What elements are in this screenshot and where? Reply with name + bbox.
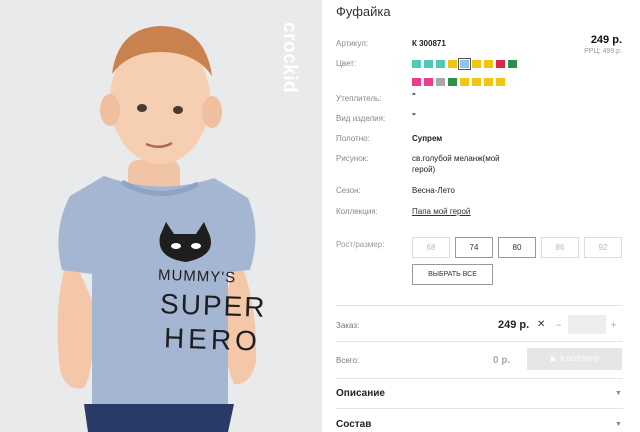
composition-accordion[interactable]: Состав bbox=[336, 419, 371, 430]
pattern-value-line-2: герой) bbox=[412, 165, 436, 174]
color-swatch[interactable] bbox=[484, 78, 493, 86]
description-accordion[interactable]: Описание bbox=[336, 388, 385, 399]
insulation-label: Утеплитель: bbox=[336, 94, 382, 103]
color-swatch[interactable] bbox=[496, 78, 505, 86]
size-option-92: 92 bbox=[584, 237, 622, 258]
tshirt-print-line-2: SUPER bbox=[159, 288, 267, 323]
divider bbox=[336, 305, 623, 306]
size-option-80[interactable]: 80 bbox=[498, 237, 536, 258]
select-all-sizes-button[interactable]: ВЫБРАТЬ ВСЕ bbox=[412, 264, 493, 285]
tshirt-print-line-3: HERO bbox=[163, 322, 262, 357]
add-to-cart-button[interactable]: ▣ В КОРЗИНУ bbox=[527, 348, 622, 370]
order-price: 249 р. bbox=[498, 319, 530, 331]
color-swatch[interactable] bbox=[448, 60, 457, 68]
chevron-down-icon[interactable]: ▼ bbox=[615, 390, 622, 397]
divider bbox=[336, 378, 623, 379]
brand-logo-text: crockid bbox=[279, 22, 300, 94]
divider bbox=[336, 408, 623, 409]
collection-link[interactable]: Папа мой герой bbox=[412, 207, 470, 216]
color-swatch[interactable] bbox=[458, 58, 471, 70]
color-swatch[interactable] bbox=[436, 78, 445, 86]
color-swatch[interactable] bbox=[496, 60, 505, 68]
product-title: Фуфайка bbox=[336, 4, 391, 19]
order-label: Заказ: bbox=[336, 321, 360, 330]
article-value: К 300871 bbox=[412, 39, 446, 48]
kind-value: " bbox=[412, 112, 416, 121]
quantity-input[interactable] bbox=[568, 315, 606, 334]
fabric-value: Супрем bbox=[412, 134, 443, 143]
color-swatch[interactable] bbox=[460, 78, 469, 86]
divider bbox=[336, 341, 623, 342]
color-swatch[interactable] bbox=[484, 60, 493, 68]
season-value: Весна-Лето bbox=[412, 186, 455, 195]
kind-label: Вид изделия: bbox=[336, 114, 386, 123]
color-swatch[interactable] bbox=[436, 60, 445, 68]
color-swatches bbox=[412, 58, 532, 96]
product-price: 249 р. bbox=[590, 34, 622, 46]
collection-label: Коллекция: bbox=[336, 207, 378, 216]
chevron-down-icon[interactable]: ▼ bbox=[615, 421, 622, 428]
color-swatch[interactable] bbox=[508, 60, 517, 68]
color-swatch[interactable] bbox=[412, 78, 421, 86]
quantity-decrease-button[interactable]: − bbox=[556, 320, 561, 330]
color-swatch[interactable] bbox=[472, 60, 481, 68]
brand-logo: crockid bbox=[262, 22, 312, 132]
color-swatch[interactable] bbox=[412, 60, 421, 68]
color-swatch[interactable] bbox=[424, 60, 433, 68]
recommended-price: РРЦ: 499 р. bbox=[584, 48, 622, 55]
color-label: Цвет: bbox=[336, 59, 357, 68]
insulation-value: " bbox=[412, 92, 416, 101]
pattern-label: Рисунок: bbox=[336, 154, 369, 163]
color-swatch[interactable] bbox=[424, 78, 433, 86]
article-label: Артикул: bbox=[336, 39, 369, 48]
total-label: Всего: bbox=[336, 356, 360, 365]
total-value: 0 р. bbox=[493, 355, 511, 366]
color-swatch[interactable] bbox=[448, 78, 457, 86]
add-to-cart-label: В КОРЗИНУ bbox=[560, 355, 600, 363]
remove-order-icon[interactable]: ✕ bbox=[537, 319, 545, 330]
cart-icon: ▣ bbox=[549, 356, 557, 363]
size-option-86: 86 bbox=[541, 237, 579, 258]
fabric-label: Полотно: bbox=[336, 134, 370, 143]
size-option-68: 68 bbox=[412, 237, 450, 258]
pattern-value-line-1: св.голубой меланж(мой bbox=[412, 154, 500, 163]
quantity-increase-button[interactable]: + bbox=[611, 320, 616, 330]
tshirt-print-line-1: MUMMY'S bbox=[157, 266, 237, 287]
size-label: Рост/размер: bbox=[336, 240, 385, 249]
size-option-74[interactable]: 74 bbox=[455, 237, 493, 258]
season-label: Сезон: bbox=[336, 186, 361, 195]
product-photo: MUMMY'S SUPER HERO crockid bbox=[0, 0, 322, 432]
color-swatch[interactable] bbox=[472, 78, 481, 86]
